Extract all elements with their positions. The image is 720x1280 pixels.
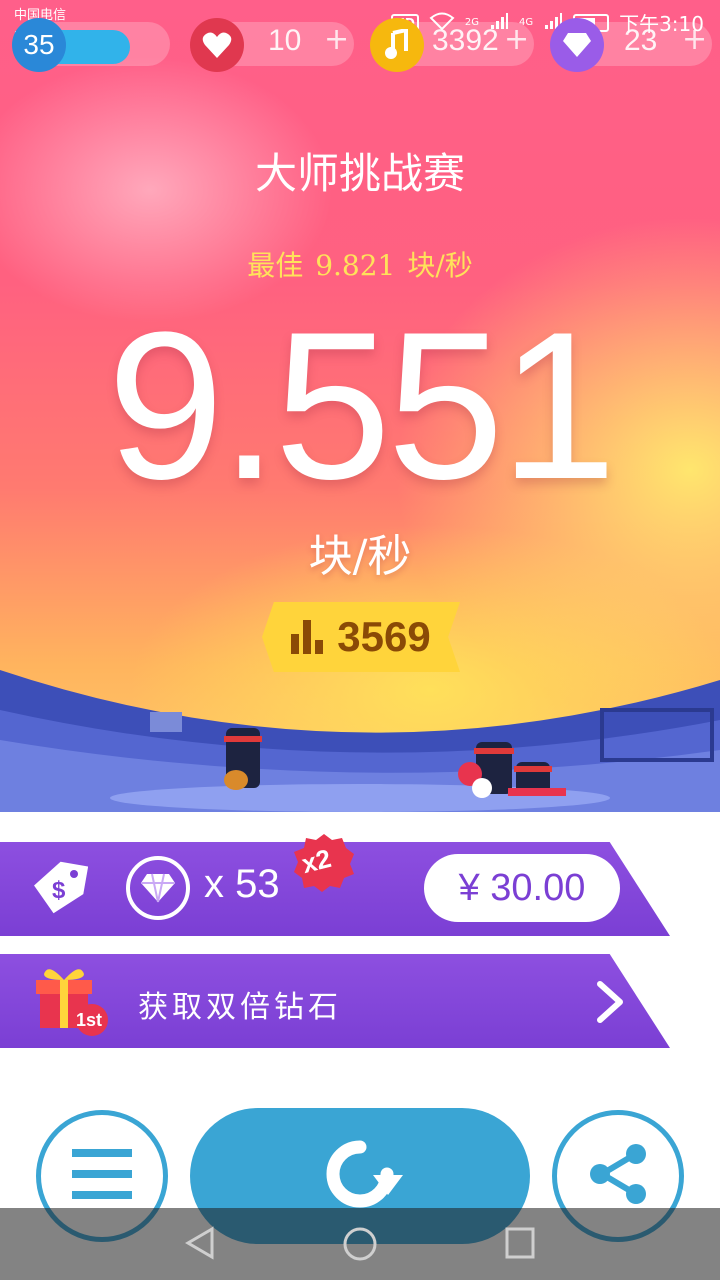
gift-badge: 1st [76, 1010, 103, 1030]
heart-icon [190, 18, 244, 72]
menu-icon [72, 1147, 132, 1205]
level-value: 35 [23, 29, 55, 60]
gems-plus-button[interactable]: + [682, 22, 707, 57]
result-hero: 中国电信 中国移动4G HD 2G 4G 下午3:10 35 10 + [0, 0, 720, 812]
level-icon: 35 [12, 18, 66, 72]
recents-icon[interactable] [504, 1226, 536, 1264]
gem-reward-icon [126, 856, 190, 920]
best-label: 最佳 [247, 249, 304, 282]
score-unit: 块/秒 [308, 531, 412, 582]
gem-reward-count: x 53 [204, 862, 280, 906]
share-icon [588, 1143, 648, 1209]
buy-gems-button[interactable]: ¥ 30.00 [424, 854, 620, 922]
challenge-title: 大师挑战赛 [254, 149, 465, 198]
svg-text:$: $ [52, 877, 66, 904]
notes-value: 3392 [432, 24, 499, 57]
system-nav-bar [0, 1208, 720, 1280]
diamond-icon [550, 18, 604, 72]
chevron-right-icon[interactable] [596, 980, 626, 1028]
best-unit: 块/秒 [407, 249, 473, 282]
back-icon[interactable] [184, 1226, 216, 1264]
best-value: 9.821 [315, 249, 396, 282]
guitar-character [224, 728, 262, 790]
stadium-illustration [0, 670, 720, 812]
double-gems-label: 获取双倍钻石 [138, 990, 342, 1025]
multiplier-badge: x2 [292, 832, 356, 892]
price-tag-icon: $ [32, 860, 89, 920]
gift-icon: 1st [30, 958, 110, 1042]
best-score: 最佳 9.821 块/秒 [0, 244, 720, 284]
lives-plus-button[interactable]: + [324, 22, 349, 57]
home-icon[interactable] [342, 1226, 378, 1266]
score-value: 9.551 [107, 288, 617, 523]
lives-value: 10 [268, 24, 302, 57]
gems-value: 23 [624, 24, 658, 57]
music-note-icon [370, 18, 424, 72]
notes-plus-button[interactable]: + [504, 22, 529, 57]
